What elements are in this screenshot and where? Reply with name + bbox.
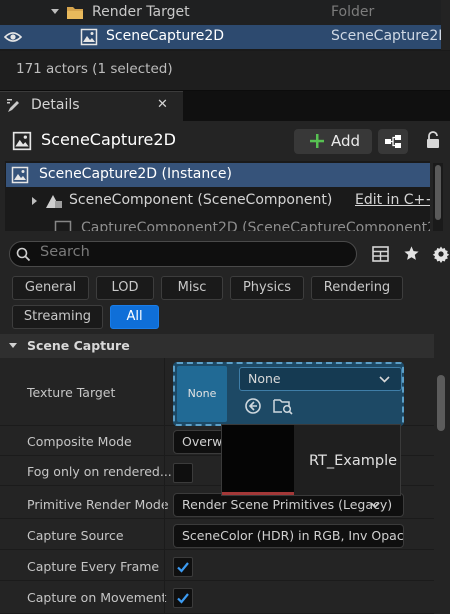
plus-icon [309,133,325,149]
blueprint-button[interactable] [378,129,408,154]
table-view-icon[interactable] [372,246,389,262]
component-tree: SceneCapture2D (Instance) SceneComponent… [5,161,430,231]
combo-value: None [248,371,281,386]
scene-capture-icon [12,131,32,151]
fog-only-checkbox[interactable] [173,463,193,483]
filter-general[interactable]: General [12,276,89,300]
section-scene-capture[interactable]: Scene Capture [0,334,434,358]
lock-icon[interactable] [425,131,441,149]
filter-streaming[interactable]: Streaming [12,305,103,329]
browse-asset-icon[interactable] [273,397,293,415]
eye-icon[interactable] [4,31,22,43]
prop-label: Composite Mode [27,434,132,449]
primitive-render-mode-dropdown[interactable]: Render Scene Primitives (Legacy) [173,493,404,517]
filter-physics[interactable]: Physics [230,276,304,300]
chevron-down-icon [8,342,18,350]
chevron-down-icon [379,376,390,383]
texture-asset-combo[interactable]: None [239,367,402,391]
component-label: SceneComponent (SceneComponent) [69,192,333,208]
details-icon [6,98,22,114]
filter-all[interactable]: All [110,305,159,329]
prop-label: Primitive Render Mode [27,497,169,512]
filter-lod[interactable]: LOD [96,276,154,300]
checkmark-icon [177,562,189,573]
outliner-row-type: Folder [331,4,375,20]
add-component-button[interactable]: Add [294,129,372,154]
texture-thumbnail[interactable]: None [177,366,227,422]
prop-label: Capture Every Frame [27,559,160,574]
tab-details[interactable]: Details ✕ [0,91,183,121]
search-input[interactable]: Search [9,241,357,267]
checkmark-icon [177,593,189,604]
outliner-scrollbar[interactable] [441,0,450,50]
prop-label: Capture on Movement [27,590,167,605]
filter-label: All [126,309,143,324]
component-row[interactable]: SceneComponent (SceneComponent) Edit in … [6,189,430,213]
prop-capture-every-frame: Capture Every Frame [0,551,434,581]
actor-count: 171 actors (1 selected) [16,61,173,77]
prop-label: Capture Source [27,528,124,543]
actor-name[interactable]: SceneCapture2D [41,130,176,149]
gear-icon[interactable] [432,245,450,263]
add-label: Add [331,132,361,150]
outliner-row-render-target[interactable]: Render Target Folder [0,0,441,25]
asset-name: RT_Example [309,453,398,469]
prop-label: Fog only on rendered... [27,464,172,479]
hierarchy-icon [384,134,402,149]
scene-capture-icon [80,28,98,46]
outliner-row-scenecapture2d[interactable]: SceneCapture2D SceneCapture2D [0,25,441,49]
capture-every-frame-checkbox[interactable] [173,557,193,577]
column-splitter[interactable] [164,358,165,614]
details-scrollbar-thumb[interactable] [437,375,445,431]
asset-type-bar [222,492,294,495]
outliner-row-label: SceneCapture2D [106,28,225,44]
chevron-right-icon[interactable] [31,196,39,206]
tab-label: Details [31,97,80,113]
chevron-down-icon [370,502,380,509]
component-row[interactable]: CaptureComponent2D (SceneCaptureComponen… [6,217,430,231]
capture-source-dropdown[interactable]: SceneColor (HDR) in RGB, Inv Opacity in … [173,524,404,548]
section-title: Scene Capture [27,338,130,353]
filter-label: LOD [111,280,139,295]
capture-on-movement-checkbox[interactable] [173,588,193,608]
filter-misc[interactable]: Misc [161,276,223,300]
close-icon[interactable]: ✕ [157,97,168,112]
use-selected-icon[interactable] [244,397,262,415]
component-label: CaptureComponent2D (SceneCaptureComponen… [81,220,430,231]
component-scrollbar-thumb[interactable] [435,165,441,220]
asset-thumbnail [222,425,294,495]
filter-label: Misc [177,280,207,295]
edit-in-cpp-link[interactable]: Edit in C++ [355,192,430,208]
filter-label: General [24,280,77,295]
prop-capture-on-movement: Capture on Movement [0,582,434,614]
filter-label: Streaming [23,309,92,324]
scene-capture-icon [11,166,29,184]
scene-component-icon [44,192,64,210]
search-placeholder: Search [40,244,90,260]
dropdown-value: Render Scene Primitives (Legacy) [182,497,393,512]
outliner-row-label: Render Target [92,4,190,20]
dropdown-value: SceneColor (HDR) in RGB, Inv Opacity in … [182,528,404,543]
component-row-selected[interactable]: SceneCapture2D (Instance) [6,163,430,187]
folder-icon [66,5,84,20]
prop-label: Texture Target [27,385,116,400]
filter-rendering[interactable]: Rendering [311,276,403,300]
filter-label: Physics [242,280,292,295]
outliner-status-bar: 171 actors (1 selected) [0,51,450,91]
outliner-row-type: SceneCapture2D [331,28,441,44]
thumbnail-label: None [187,387,217,400]
chevron-down-icon[interactable] [50,8,60,16]
filter-label: Rendering [323,280,391,295]
star-icon[interactable] [403,245,420,262]
scene-capture-icon [54,220,72,231]
component-label: SceneCapture2D (Instance) [39,166,232,182]
search-icon [16,247,31,262]
